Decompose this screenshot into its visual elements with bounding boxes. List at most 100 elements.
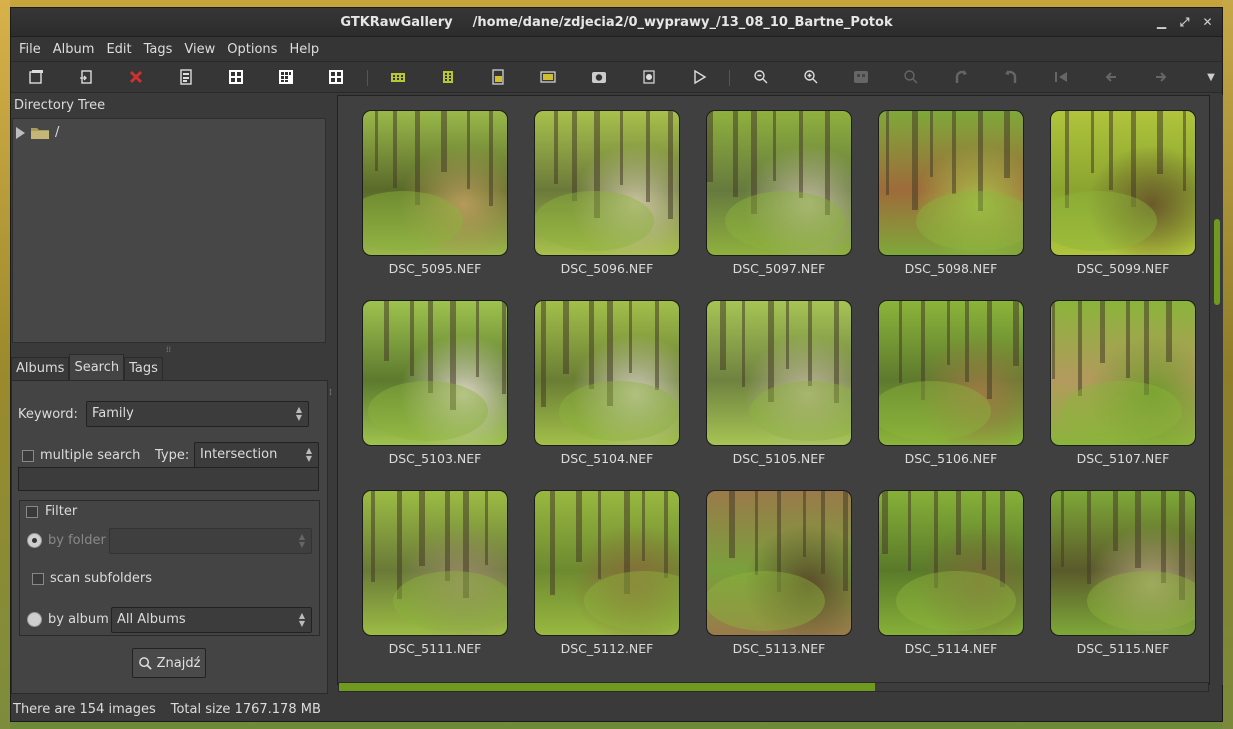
tree-root-label[interactable]: / <box>55 125 59 140</box>
keyword-combo[interactable]: Family ▲ ▼ <box>86 401 309 427</box>
photo-thumbnail[interactable] <box>1050 300 1196 446</box>
view-1-icon[interactable] <box>390 69 406 85</box>
rotate-left-icon <box>953 69 969 85</box>
toolbar-separator <box>367 70 368 86</box>
export-icon[interactable] <box>78 69 94 85</box>
photo-image <box>368 301 506 441</box>
multiple-search-checkbox[interactable] <box>22 450 34 462</box>
screenshot-icon[interactable] <box>641 69 657 85</box>
grid-medium-icon[interactable] <box>278 69 294 85</box>
photo-image <box>707 491 848 631</box>
photo-filename: DSC_5106.NEF <box>904 451 998 466</box>
menu-file[interactable]: File <box>13 42 47 57</box>
album-combo[interactable]: All Albums ▲ ▼ <box>111 607 312 633</box>
find-button[interactable]: Znajdź <box>132 648 206 678</box>
photo-filename: DSC_5112.NEF <box>560 641 654 656</box>
window-title-path: /home/dane/zdjecia2/0_wyprawy_/13_08_10_… <box>472 14 893 30</box>
titlebar[interactable]: GTKRawGallery /home/dane/zdjecia2/0_wypr… <box>11 8 1222 37</box>
progress-fill <box>339 683 876 691</box>
side-tabs: Albums Search Tags <box>11 354 163 381</box>
photo-image <box>720 301 851 441</box>
zoom-out-icon[interactable] <box>753 69 769 85</box>
menu-edit[interactable]: Edit <box>100 42 137 57</box>
play-icon[interactable] <box>691 69 707 85</box>
photo-thumbnail[interactable] <box>534 110 680 256</box>
search-entry[interactable] <box>18 467 319 491</box>
photo-thumbnail[interactable] <box>362 110 508 256</box>
zoom-in-icon[interactable] <box>803 69 819 85</box>
close-icon[interactable]: ✕ <box>1201 15 1214 29</box>
multiple-search-label: multiple search <box>40 448 141 463</box>
photo-image <box>535 111 673 251</box>
photo-thumbnail[interactable] <box>534 300 680 446</box>
scan-subfolders-label: scan subfolders <box>50 571 153 586</box>
view-2-icon[interactable] <box>440 69 456 85</box>
tab-search[interactable]: Search <box>69 354 125 381</box>
filter-checkbox[interactable] <box>26 506 38 518</box>
photo-image <box>550 491 679 631</box>
type-combo[interactable]: Intersection ▲ ▼ <box>194 442 319 468</box>
window-title-app: GTKRawGallery <box>340 14 453 30</box>
photo-thumbnail[interactable] <box>362 300 508 446</box>
prev-icon <box>1103 69 1119 85</box>
photo-thumbnail[interactable] <box>1050 490 1196 636</box>
pane-resize-handle[interactable]: ⁞⁞ <box>166 345 174 354</box>
tab-albums[interactable]: Albums <box>11 357 70 381</box>
properties-icon[interactable] <box>178 69 194 85</box>
by-folder-label: by folder <box>48 533 106 548</box>
photo-image <box>1051 111 1186 251</box>
camera-icon[interactable] <box>591 69 607 85</box>
scrollbar-thumb[interactable] <box>1214 218 1220 305</box>
grid-large-icon[interactable] <box>328 69 344 85</box>
directory-tree[interactable]: / <box>12 118 326 343</box>
photo-filename: DSC_5113.NEF <box>732 641 826 656</box>
menu-options[interactable]: Options <box>221 42 283 57</box>
view-4-icon[interactable] <box>540 69 556 85</box>
photo-image <box>886 111 1023 251</box>
photo-thumbnail[interactable] <box>706 300 852 446</box>
fit-icon <box>853 69 869 85</box>
toolbar-overflow-icon[interactable]: ▼ <box>1203 69 1219 85</box>
splitter-handle[interactable]: ⁞ <box>329 388 332 398</box>
expand-arrow-icon[interactable] <box>16 126 25 139</box>
keyword-label: Keyword: <box>18 407 78 422</box>
view-3-icon[interactable] <box>490 69 506 85</box>
photo-filename: DSC_5095.NEF <box>388 261 482 276</box>
photo-thumbnail[interactable] <box>706 490 852 636</box>
zoom-icon <box>903 69 919 85</box>
vertical-scrollbar[interactable] <box>1211 95 1223 685</box>
photo-thumbnail[interactable] <box>878 490 1024 636</box>
by-album-radio[interactable] <box>27 612 42 627</box>
keyword-value: Family <box>92 406 134 421</box>
photo-thumbnail[interactable] <box>878 300 1024 446</box>
thumbnail-grid: DSC_5095.NEF DSC_5096.NEF DSC_5097.NEF DSC_… <box>337 95 1210 685</box>
menubar: File Album Edit Tags View Options Help <box>11 37 1222 61</box>
status-image-count: There are 154 images <box>13 701 156 717</box>
menu-help[interactable]: Help <box>283 42 325 57</box>
photo-image <box>371 491 507 631</box>
menu-album[interactable]: Album <box>47 42 101 57</box>
app-window: GTKRawGallery /home/dane/zdjecia2/0_wypr… <box>10 7 1223 722</box>
minimize-icon[interactable]: ▁ <box>1155 15 1168 29</box>
photo-thumbnail[interactable] <box>706 110 852 256</box>
photo-thumbnail[interactable] <box>878 110 1024 256</box>
delete-icon[interactable] <box>128 69 144 85</box>
photo-filename: DSC_5098.NEF <box>904 261 998 276</box>
maximize-icon[interactable]: ⤢ <box>1178 15 1191 29</box>
toolbar-separator <box>729 70 730 86</box>
scan-subfolders-checkbox[interactable] <box>32 573 44 585</box>
menu-view[interactable]: View <box>178 42 221 57</box>
menu-tags[interactable]: Tags <box>138 42 179 57</box>
by-folder-radio[interactable] <box>27 533 42 548</box>
grid-small-icon[interactable] <box>228 69 244 85</box>
photo-thumbnail[interactable] <box>534 490 680 636</box>
photo-image <box>541 301 679 441</box>
open-folder-icon[interactable] <box>28 69 44 85</box>
photo-thumbnail[interactable] <box>362 490 508 636</box>
photo-filename: DSC_5114.NEF <box>904 641 998 656</box>
photo-filename: DSC_5103.NEF <box>388 451 482 466</box>
tab-tags[interactable]: Tags <box>124 357 163 381</box>
spin-arrows-icon: ▲ ▼ <box>295 405 302 422</box>
photo-filename: DSC_5115.NEF <box>1076 641 1170 656</box>
photo-thumbnail[interactable] <box>1050 110 1196 256</box>
